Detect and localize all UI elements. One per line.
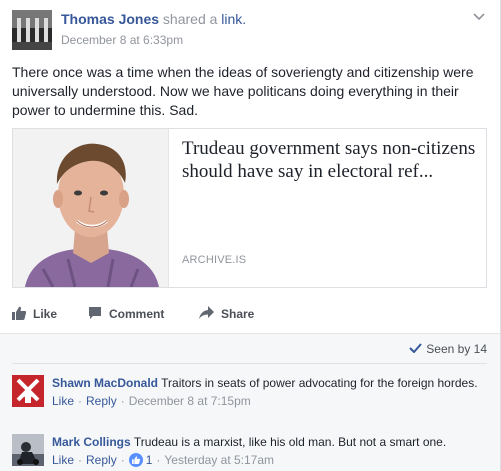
like-label: Like xyxy=(33,307,58,321)
post-author-line: Thomas Jones shared a link. xyxy=(61,11,246,27)
comment-body: Mark Collings Trudeau is a marxist, like… xyxy=(52,434,482,468)
comment-like-link[interactable]: Like xyxy=(52,393,74,409)
comment-reply-link[interactable]: Reply xyxy=(86,452,117,468)
comment-text: Traitors in seats of power advocating fo… xyxy=(161,376,478,390)
comment-meta: Like · Reply · December 8 at 7:15pm xyxy=(52,393,251,409)
post-text: There once was a time when the ideas of … xyxy=(12,64,474,118)
comment-author[interactable]: Mark Collings xyxy=(52,435,131,449)
comment-label: Comment xyxy=(109,307,165,321)
comment-like-link[interactable]: Like xyxy=(52,452,74,468)
like-reaction-icon[interactable] xyxy=(128,453,143,467)
feed-post: Thomas Jones shared a link. December 8 a… xyxy=(0,0,501,471)
chevron-down-icon[interactable] xyxy=(470,10,488,24)
link-preview-card[interactable]: Trudeau government says non-citizens sho… xyxy=(12,128,487,288)
comment-timestamp[interactable]: December 8 at 7:15pm xyxy=(129,393,251,409)
comment-item: Shawn MacDonald Traitors in seats of pow… xyxy=(12,375,487,425)
author-name-link[interactable]: Thomas Jones xyxy=(61,11,159,27)
share-label: Share xyxy=(221,307,255,321)
post-actions-bar: Like Comment Share xyxy=(12,300,487,328)
seen-by-text: Seen by 14 xyxy=(426,342,487,356)
link-title[interactable]: Trudeau government says non-citizens sho… xyxy=(182,137,477,183)
comment-button[interactable]: Comment xyxy=(88,300,164,328)
share-arrow-icon xyxy=(199,306,221,322)
comment-reply-link[interactable]: Reply xyxy=(86,393,117,409)
divider xyxy=(12,363,487,364)
checkmark-icon xyxy=(409,342,426,356)
link-domain: ARCHIVE.IS xyxy=(182,254,247,266)
comment-timestamp[interactable]: Yesterday at 5:17am xyxy=(164,452,274,468)
comment-text: Trudeau is a marxist, like his old man. … xyxy=(133,435,447,449)
seen-by-indicator[interactable]: Seen by 14 xyxy=(409,342,487,356)
comment-author[interactable]: Shawn MacDonald xyxy=(52,376,158,390)
post-timestamp[interactable]: December 8 at 6:33pm xyxy=(61,33,183,47)
commenter-avatar[interactable] xyxy=(12,434,44,466)
share-button[interactable]: Share xyxy=(199,300,254,328)
reaction-count[interactable]: 1 xyxy=(146,452,153,468)
shared-link-word[interactable]: link. xyxy=(221,11,246,27)
thumbs-up-icon xyxy=(12,306,33,323)
like-button[interactable]: Like xyxy=(12,300,57,328)
link-preview-image xyxy=(13,129,169,287)
commenter-avatar[interactable] xyxy=(12,375,44,407)
action-text: shared a xyxy=(162,11,218,27)
speech-bubble-icon xyxy=(88,306,109,323)
author-avatar[interactable] xyxy=(12,10,52,50)
comment-meta: Like · Reply · 1 · Yesterday at 5:17am xyxy=(52,452,275,468)
comment-item: Mark Collings Trudeau is a marxist, like… xyxy=(12,434,487,470)
comment-body: Shawn MacDonald Traitors in seats of pow… xyxy=(52,375,482,409)
